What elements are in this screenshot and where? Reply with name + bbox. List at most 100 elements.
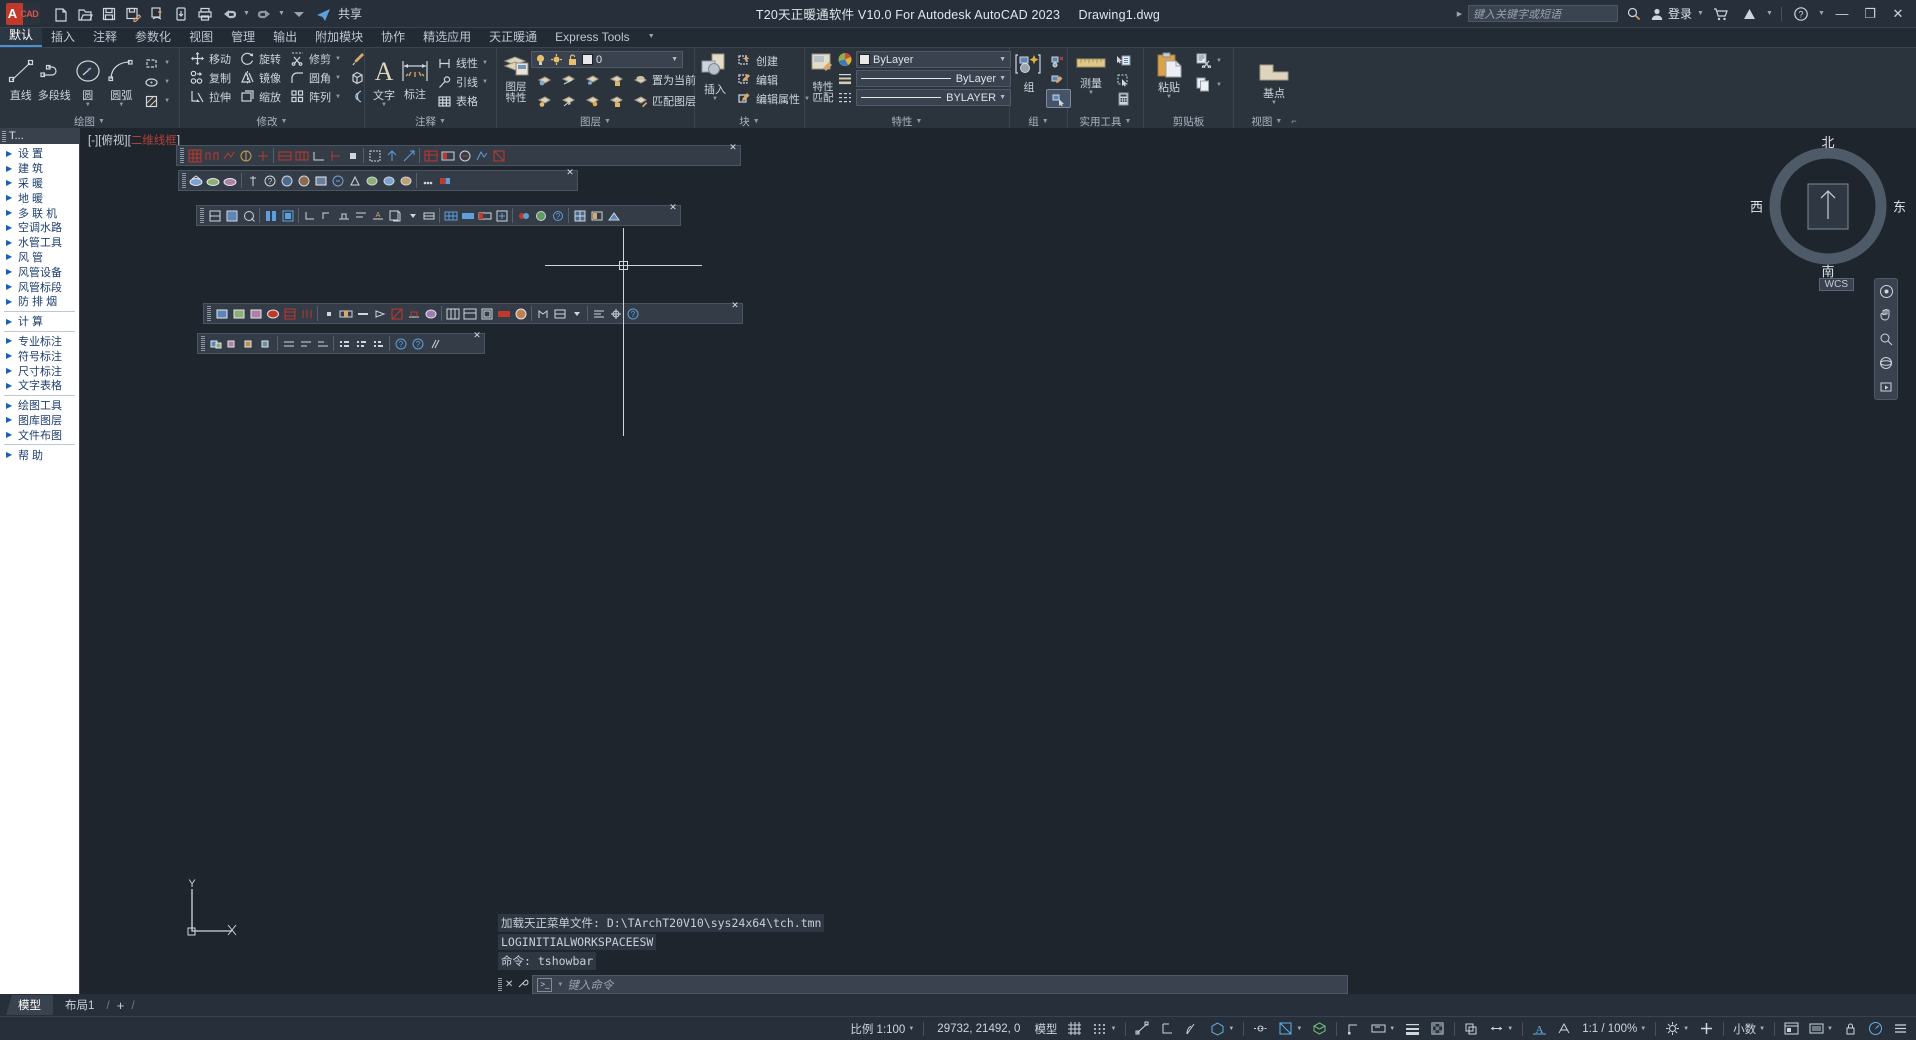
tab-parametric[interactable]: 参数化 (126, 27, 180, 47)
save-as-icon[interactable] (122, 3, 144, 25)
close-button[interactable]: ✕ (1886, 3, 1910, 25)
tb1-btn-3[interactable] (220, 147, 237, 164)
units-selector[interactable]: 小数 ▼ (1729, 1019, 1769, 1039)
palette-item-help[interactable]: ▶ 帮 助 (0, 447, 79, 462)
tab-layout1[interactable]: 布局1 (53, 995, 106, 1015)
isometric-toggle[interactable]: ▼ (1206, 1019, 1238, 1039)
ungroup-button[interactable] (1046, 51, 1069, 70)
expand-triangle-icon[interactable]: ▶ (6, 267, 18, 276)
tab-tangent-hvac[interactable]: 天正暖通 (480, 27, 546, 47)
tb2-btn-13[interactable] (397, 172, 414, 189)
tb5-btn-7[interactable] (314, 335, 331, 352)
palette-list[interactable]: ▶ 设 置 ▶ 建 筑 ▶ 采 暖 ▶ 地 暖 ▶ 多 联 机 ▶ 空调水路 ▶ 水管工具 ▶… (0, 144, 79, 994)
nav-fullnav-icon[interactable] (1877, 282, 1895, 300)
tb3-btn-19[interactable] (532, 207, 549, 224)
palette-item-smoke-control[interactable]: ▶ 防 排 烟 (0, 294, 79, 309)
expand-triangle-icon[interactable]: ▶ (6, 223, 18, 232)
tb2-btn-15[interactable] (436, 172, 453, 189)
clean-screen-toggle[interactable]: ▼ (1805, 1019, 1837, 1039)
tb1-btn-18[interactable] (490, 147, 507, 164)
tb3-btn-16[interactable] (476, 207, 493, 224)
trim-dropdown-caret[interactable]: ▼ (335, 56, 341, 62)
palette-item-ac-water[interactable]: ▶ 空调水路 (0, 220, 79, 235)
autoscale-toggle[interactable] (1553, 1019, 1576, 1039)
table-button[interactable]: 表格 (433, 92, 481, 111)
linetype-combo[interactable]: BYLAYER ▼ (856, 89, 1011, 106)
tab-insert[interactable]: 插入 (42, 27, 84, 47)
tab-model-space[interactable]: 模型 (6, 995, 53, 1015)
search-input[interactable]: 键入关键字或短语 (1467, 5, 1618, 22)
tab-view[interactable]: 视图 (180, 27, 222, 47)
ribbon-collapse-caret[interactable]: ▼ (647, 25, 656, 47)
hatch-dropdown-caret[interactable]: ▼ (164, 98, 170, 104)
nav-orbit-icon[interactable] (1877, 354, 1895, 372)
tb4-btn-7[interactable] (320, 305, 337, 322)
expand-triangle-icon[interactable]: ▶ (6, 297, 18, 306)
arc-button[interactable]: 圆弧 ▼ (105, 55, 139, 109)
tb3-btn-1[interactable] (206, 207, 223, 224)
scale-button[interactable]: 缩放 (236, 87, 284, 106)
tb3-btn-12[interactable] (403, 207, 420, 224)
palette-item-text-table[interactable]: ▶ 文字表格 (0, 378, 79, 393)
command-history-caret[interactable]: ▼ (557, 982, 563, 988)
ellipse-button[interactable]: ▼ (140, 73, 173, 92)
infer-constraints-toggle[interactable] (1131, 1019, 1154, 1039)
add-layout-button[interactable]: + (110, 998, 132, 1013)
mirror-button[interactable]: 镜像 (236, 68, 284, 87)
tch-toolbar-2[interactable]: ? ✕ (178, 167, 578, 191)
tb3-btn-21[interactable] (571, 207, 588, 224)
rotate-button[interactable]: 旋转 (236, 49, 284, 68)
cleanscreen-caret[interactable]: ▼ (1827, 1026, 1833, 1032)
cloud-save-icon[interactable] (170, 3, 192, 25)
tb3-btn-14[interactable] (442, 207, 459, 224)
leader-button[interactable]: 引线 ▼ (433, 73, 491, 92)
annotation-visibility-toggle[interactable]: A (1528, 1019, 1551, 1039)
tb4-btn-6[interactable] (298, 305, 315, 322)
tb2-btn-5[interactable]: ? (261, 172, 278, 189)
edit-group-button[interactable] (1046, 70, 1069, 89)
nav-zoom-icon[interactable] (1877, 330, 1895, 348)
help-icon[interactable]: ? (1789, 3, 1813, 25)
block-panel-caret[interactable]: ▼ (753, 118, 760, 125)
palette-item-drawing-tools[interactable]: ▶ 绘图工具 (0, 398, 79, 413)
tb5-btn-2[interactable] (224, 335, 241, 352)
dimension-button[interactable]: 标注 (399, 56, 431, 108)
tb4-btn-17[interactable] (495, 305, 512, 322)
transparency-toggle[interactable] (1426, 1019, 1449, 1039)
toolbar-grip[interactable] (201, 336, 205, 351)
expand-triangle-icon[interactable]: ▶ (6, 252, 18, 261)
tb5-btn-12[interactable]: ? (409, 335, 426, 352)
palette-item-duct[interactable]: ▶ 风 管 (0, 250, 79, 265)
tb3-btn-4[interactable] (262, 207, 279, 224)
autodesk-dropdown-caret[interactable]: ▼ (1765, 3, 1774, 25)
panel-undock-icon[interactable]: ⌐ (1291, 116, 1296, 126)
tb3-btn-10[interactable]: A (369, 207, 386, 224)
insert-block-button[interactable]: 插入 ▼ (699, 51, 731, 103)
linetype-combo-caret[interactable]: ▼ (999, 94, 1008, 101)
layer-thaw-button[interactable] (557, 91, 580, 110)
lock-ui-toggle[interactable] (1839, 1019, 1862, 1039)
3d-osnap-toggle[interactable] (1308, 1019, 1331, 1039)
layer-unisolate-button[interactable] (581, 91, 604, 110)
open-file-icon[interactable] (74, 3, 96, 25)
new-file-icon[interactable] (50, 3, 72, 25)
tb4-btn-2[interactable] (230, 305, 247, 322)
tb4-btn-9[interactable] (354, 305, 371, 322)
lineweight-combo[interactable]: ByLayer ▼ (856, 70, 1011, 87)
tb3-btn-9[interactable] (352, 207, 369, 224)
annomonitor-caret[interactable]: ▼ (1507, 1026, 1513, 1032)
array-dropdown-caret[interactable]: ▼ (335, 94, 341, 100)
snap-toggle[interactable]: ▼ (1088, 1019, 1120, 1039)
tb4-btn-12[interactable] (405, 305, 422, 322)
calculator-button[interactable] (1112, 89, 1135, 108)
expand-triangle-icon[interactable]: ▶ (6, 164, 18, 173)
palette-item-pipe-tools[interactable]: ▶ 水管工具 (0, 235, 79, 250)
layer-unlock-button[interactable] (605, 91, 628, 110)
layer-freeze-button[interactable] (581, 70, 604, 89)
group-button[interactable]: 组 (1014, 51, 1044, 95)
toolbar-grip[interactable] (180, 148, 184, 163)
command-grip[interactable] (498, 978, 502, 991)
palette-item-vrv[interactable]: ▶ 多 联 机 (0, 205, 79, 220)
view-panel-caret[interactable]: ▼ (1275, 118, 1282, 125)
dyninput-caret[interactable]: ▼ (1389, 1026, 1395, 1032)
